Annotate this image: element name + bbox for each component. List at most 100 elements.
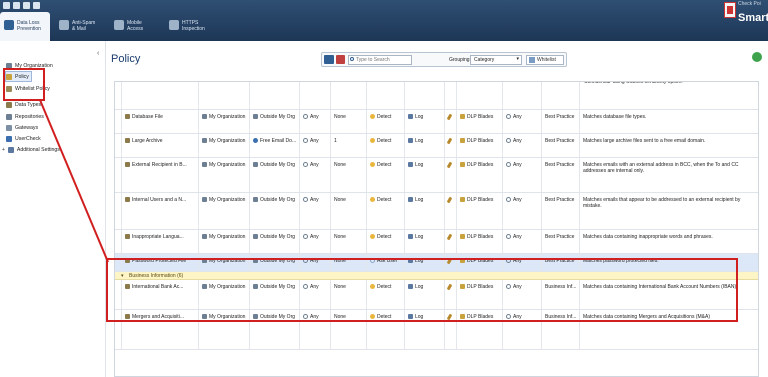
install-policy-button[interactable] (752, 52, 762, 62)
cell-dest[interactable]: Free Email Do... (250, 134, 300, 157)
cell-install[interactable]: DLP Blades (457, 82, 503, 109)
cell-dest[interactable]: Outside My Org (250, 82, 300, 109)
cell-source[interactable]: My Organization (199, 134, 250, 157)
sidebar-item-additional-settings[interactable]: + Additional Settings (2, 145, 60, 154)
cell-install[interactable]: DLP Blades (457, 193, 503, 229)
cell-category[interactable]: Best Practice (542, 230, 580, 253)
cell-action[interactable]: Detect (367, 230, 405, 253)
cell-category[interactable]: Best Practice (542, 193, 580, 229)
cell-data[interactable]: Database File (122, 110, 199, 133)
cell-exceptions[interactable]: 1 (331, 134, 367, 157)
cell-edit[interactable] (445, 110, 457, 133)
cell-category[interactable]: Best Practice (542, 158, 580, 192)
cell-install[interactable]: DLP Blades (457, 110, 503, 133)
save-icon[interactable] (13, 2, 20, 9)
cell-category[interactable]: Best Practice (542, 82, 580, 109)
cell-comment[interactable]: Matches large archive files sent to a fr… (580, 134, 758, 157)
cell-comment[interactable]: Matches emails with an external address … (580, 158, 758, 192)
cell-time[interactable]: Any (503, 82, 542, 109)
cell-action[interactable]: Detect (367, 82, 405, 109)
cell-protocol[interactable]: Any (300, 230, 331, 253)
cell-source[interactable]: My Organization (199, 110, 250, 133)
table-row[interactable]: Inappropriate Langua... My Organization Ou… (115, 230, 758, 254)
cell-protocol[interactable]: Any (300, 110, 331, 133)
cell-edit[interactable] (445, 134, 457, 157)
cell-comment[interactable]: Matches emails that appear to be address… (580, 193, 758, 229)
sidebar-item-gateways[interactable]: Gateways (6, 123, 38, 132)
cell-time[interactable]: Any (503, 230, 542, 253)
cell-source[interactable]: My Organization (199, 82, 250, 109)
cell-time[interactable]: Any (503, 134, 542, 157)
cell-edit[interactable] (445, 193, 457, 229)
cell-dest[interactable]: Outside My Org (250, 193, 300, 229)
cell-source[interactable]: My Organization (199, 158, 250, 192)
cell-exceptions[interactable]: None (331, 110, 367, 133)
cell-category[interactable]: Best Practice (542, 134, 580, 157)
tab-data-loss-prevention[interactable]: Data Loss Prevention (0, 12, 50, 41)
publish-icon[interactable] (33, 2, 40, 9)
cell-exceptions[interactable]: None (331, 193, 367, 229)
table-row[interactable]: Outlook Message - Co...My OrganizationOu… (115, 82, 758, 110)
tab-anti-spam-mail[interactable]: Anti-Spam & Mail (55, 12, 105, 41)
expand-icon[interactable]: + (2, 147, 5, 153)
cell-track[interactable]: Log (405, 230, 445, 253)
cell-track[interactable]: Log (405, 193, 445, 229)
cell-time[interactable]: Any (503, 110, 542, 133)
cell-data[interactable]: Outlook Message - Co... (122, 82, 199, 109)
search-input[interactable] (348, 55, 412, 65)
cell-time[interactable]: Any (503, 158, 542, 192)
sidebar-item-data-types[interactable]: Data Types (6, 100, 41, 109)
cell-install[interactable]: DLP Blades (457, 158, 503, 192)
cell-category[interactable]: Best Practice (542, 110, 580, 133)
sidebar-item-repositories[interactable]: Repositories (6, 112, 44, 121)
lock-icon[interactable] (23, 2, 30, 9)
cell-action[interactable]: Detect (367, 193, 405, 229)
cell-source[interactable]: My Organization (199, 193, 250, 229)
cell-edit[interactable] (445, 230, 457, 253)
tab-https-inspection[interactable]: HTTPS Inspection (165, 12, 215, 41)
cell-dest[interactable]: Outside My Org (250, 110, 300, 133)
cell-data[interactable]: Large Archive (122, 134, 199, 157)
cell-protocol[interactable]: Any (300, 82, 331, 109)
cell-dest[interactable]: Outside My Org (250, 230, 300, 253)
https-icon (169, 20, 179, 30)
cell-protocol[interactable]: Any (300, 158, 331, 192)
cell-exceptions[interactable]: None (331, 230, 367, 253)
collapse-sidebar-icon[interactable]: ‹ (97, 50, 99, 57)
tab-mobile-access[interactable]: Mobile Access (110, 12, 160, 41)
cell-data[interactable]: External Recipient in B... (122, 158, 199, 192)
cell-time[interactable]: Any (503, 193, 542, 229)
whitelist-button[interactable]: Whitelist (526, 55, 564, 65)
cell-action[interactable]: Detect (367, 158, 405, 192)
cell-track[interactable]: Log (405, 82, 445, 109)
grouping-select[interactable]: Category ▾ (470, 55, 522, 65)
cell-track[interactable]: Log (405, 134, 445, 157)
sidebar-item-usercheck[interactable]: UserCheck (6, 134, 41, 143)
cell-action[interactable]: Detect (367, 110, 405, 133)
cell-data[interactable]: Inappropriate Langua... (122, 230, 199, 253)
table-row[interactable]: Large Archive My Organization Free Email D… (115, 134, 758, 158)
cell-source[interactable]: My Organization (199, 230, 250, 253)
table-row[interactable]: Database File My Organization Outside My O… (115, 110, 758, 134)
cell-data[interactable]: Internal Users and a N... (122, 193, 199, 229)
cell-edit[interactable] (445, 82, 457, 109)
cell-action[interactable]: Detect (367, 134, 405, 157)
cell-dest[interactable]: Outside My Org (250, 158, 300, 192)
cell-track[interactable]: Log (405, 110, 445, 133)
cell-edit[interactable] (445, 158, 457, 192)
cell-comment[interactable]: Matches database file types. (580, 110, 758, 133)
cell-track[interactable]: Log (405, 158, 445, 192)
cell-install[interactable]: DLP Blades (457, 134, 503, 157)
cell-protocol[interactable]: Any (300, 134, 331, 157)
table-row[interactable]: Internal Users and a N... My Organization… (115, 193, 758, 230)
cell-install[interactable]: DLP Blades (457, 230, 503, 253)
cell-protocol[interactable]: Any (300, 193, 331, 229)
app-menu-icon[interactable] (3, 2, 10, 9)
table-row[interactable]: External Recipient in B... My Organizatio… (115, 158, 758, 193)
add-rule-icon[interactable] (324, 55, 334, 64)
cell-comment[interactable]: Matches Microsoft Outlook messages that … (580, 82, 758, 109)
cell-exceptions[interactable]: None (331, 82, 367, 109)
cell-comment[interactable]: Matches data containing inappropriate wo… (580, 230, 758, 253)
delete-rule-icon[interactable] (336, 55, 345, 64)
cell-exceptions[interactable]: None (331, 158, 367, 192)
